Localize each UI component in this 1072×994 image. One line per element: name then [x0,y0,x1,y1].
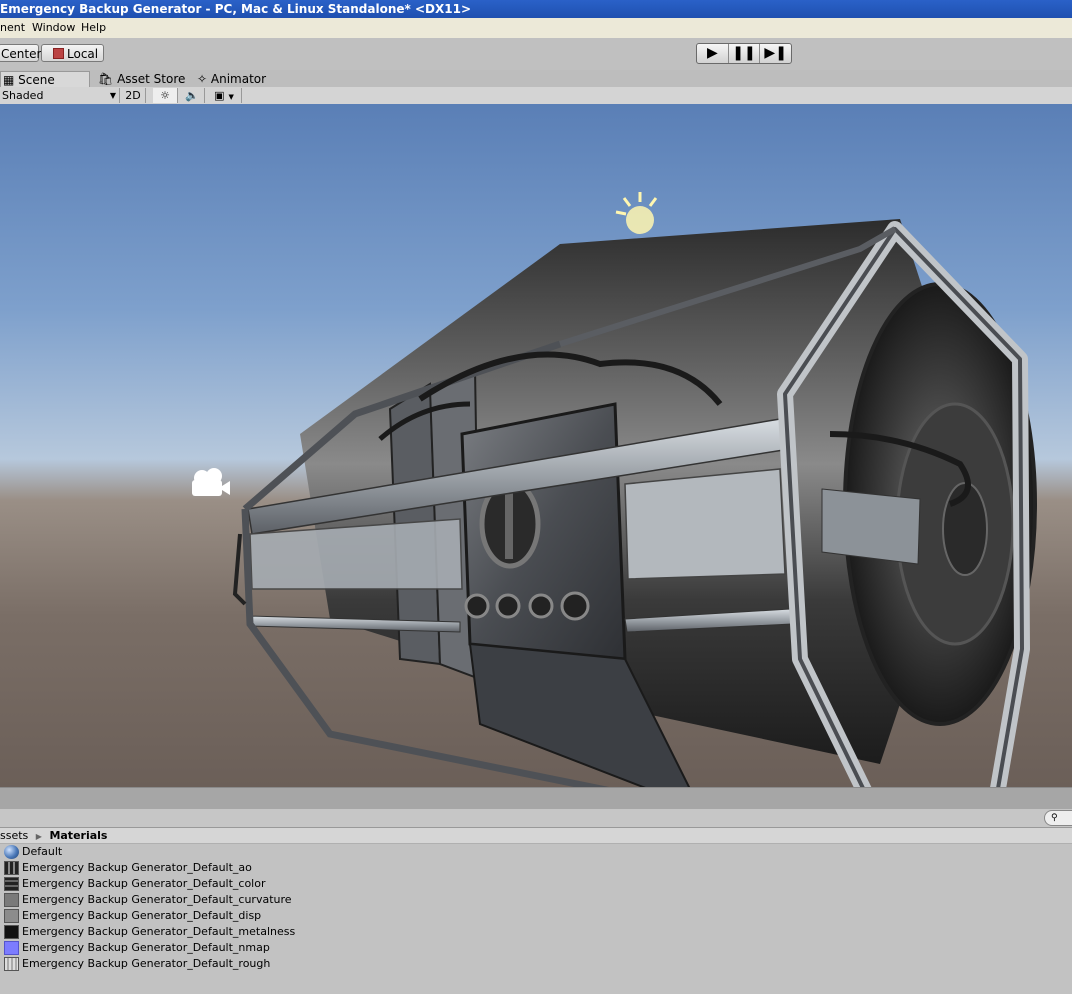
search-icon: ⚲ [1051,813,1058,823]
breadcrumb-materials[interactable]: Materials [49,829,107,842]
light-gizmo-icon[interactable] [614,190,666,242]
menu-item-window[interactable]: Window [32,18,75,38]
list-item-label: Emergency Backup Generator_Default_curva… [22,893,292,906]
list-item-label: Default [22,845,63,858]
play-button[interactable]: ▶ [697,44,729,63]
list-item-label: Emergency Backup Generator_Default_disp [22,909,262,922]
texture-thumbnail-icon [4,861,19,875]
tab-asset-store[interactable]: 🛍 Asset Store [98,71,188,87]
menu-item-component[interactable]: nent [0,18,25,38]
play-icon: ▶ [706,45,718,61]
project-asset-list: Default Emergency Backup Generator_Defau… [0,844,1072,994]
step-button[interactable]: ▶❚ [760,44,791,63]
speaker-icon: 🔈 [185,89,199,102]
texture-thumbnail-icon [4,925,19,939]
store-bag-icon: 🛍 [98,72,114,86]
camera-gizmo-icon[interactable] [188,466,232,500]
texture-thumbnail-icon [4,909,19,923]
list-item-label: Emergency Backup Generator_Default_color [22,877,266,890]
tab-animator[interactable]: ✧ Animator [197,71,277,87]
breadcrumb-assets[interactable]: ssets [0,829,28,842]
menu-item-help[interactable]: Help [81,18,106,38]
panel-separator[interactable] [0,787,1072,810]
chevron-down-icon: ▼ [109,91,116,100]
playback-controls: ▶ ❚❚ ▶❚ [696,43,792,64]
animator-icon: ✧ [197,72,208,86]
chevron-down-icon: ▼ [228,93,234,101]
draw-mode-dropdown[interactable]: Shaded ▼ [0,88,120,103]
lighting-toggle[interactable]: ☼ [153,88,178,103]
editor-tabs: ▦ Scene 🛍 Asset Store ✧ Animator [0,70,1072,88]
main-toolbar: Center Local [0,38,1072,70]
window-title: Emergency Backup Generator - PC, Mac & L… [0,2,472,16]
pause-button[interactable]: ❚❚ [729,44,761,63]
tab-scene[interactable]: ▦ Scene [0,71,90,88]
texture-thumbnail-icon [4,957,19,971]
tab-asset-store-label: Asset Store [117,72,186,86]
sun-icon: ☼ [160,89,170,102]
tab-scene-label: Scene [18,73,55,87]
tab-animator-label: Animator [210,72,267,86]
step-icon: ▶❚ [764,45,787,61]
pivot-center-label: Center [1,47,42,61]
space-local-button[interactable]: Local [41,44,104,62]
project-toolbar [0,809,1072,828]
audio-toggle[interactable]: 🔈 [180,88,205,103]
scene-grid-icon: ▦ [3,73,15,87]
breadcrumb-separator-icon: ▶ [35,832,42,841]
pivot-center-button[interactable]: Center [0,44,42,62]
generator-model [232,219,1037,787]
texture-thumbnail-icon [4,893,19,907]
2d-toggle[interactable]: 2D [121,88,146,103]
scene-toolbar: Shaded ▼ 2D ☼ 🔈 ▣ ▼ [0,87,1072,105]
draw-mode-value: Shaded [2,89,44,102]
space-local-label: Local [67,47,99,61]
2d-toggle-label: 2D [125,89,141,102]
scene-viewport[interactable] [0,104,1072,787]
pause-icon: ❚❚ [732,45,756,61]
list-item-label: Emergency Backup Generator_Default_nmap [22,941,270,954]
local-cube-icon [53,48,64,59]
texture-thumbnail-icon [4,941,19,955]
window-title-bar: Emergency Backup Generator - PC, Mac & L… [0,0,1072,18]
effects-dropdown[interactable]: ▣ ▼ [207,88,242,103]
list-item-label: Emergency Backup Generator_Default_rough [22,957,271,970]
image-icon: ▣ [214,89,225,102]
project-search-field[interactable]: ⚲ [1044,810,1072,826]
menu-bar: nent Window Help [0,18,1072,38]
list-item-label: Emergency Backup Generator_Default_ao [22,861,252,874]
material-sphere-icon [4,845,19,859]
list-item-label: Emergency Backup Generator_Default_metal… [22,925,296,938]
breadcrumb: ssets ▶ Materials [0,828,1072,844]
texture-thumbnail-icon [4,877,19,891]
